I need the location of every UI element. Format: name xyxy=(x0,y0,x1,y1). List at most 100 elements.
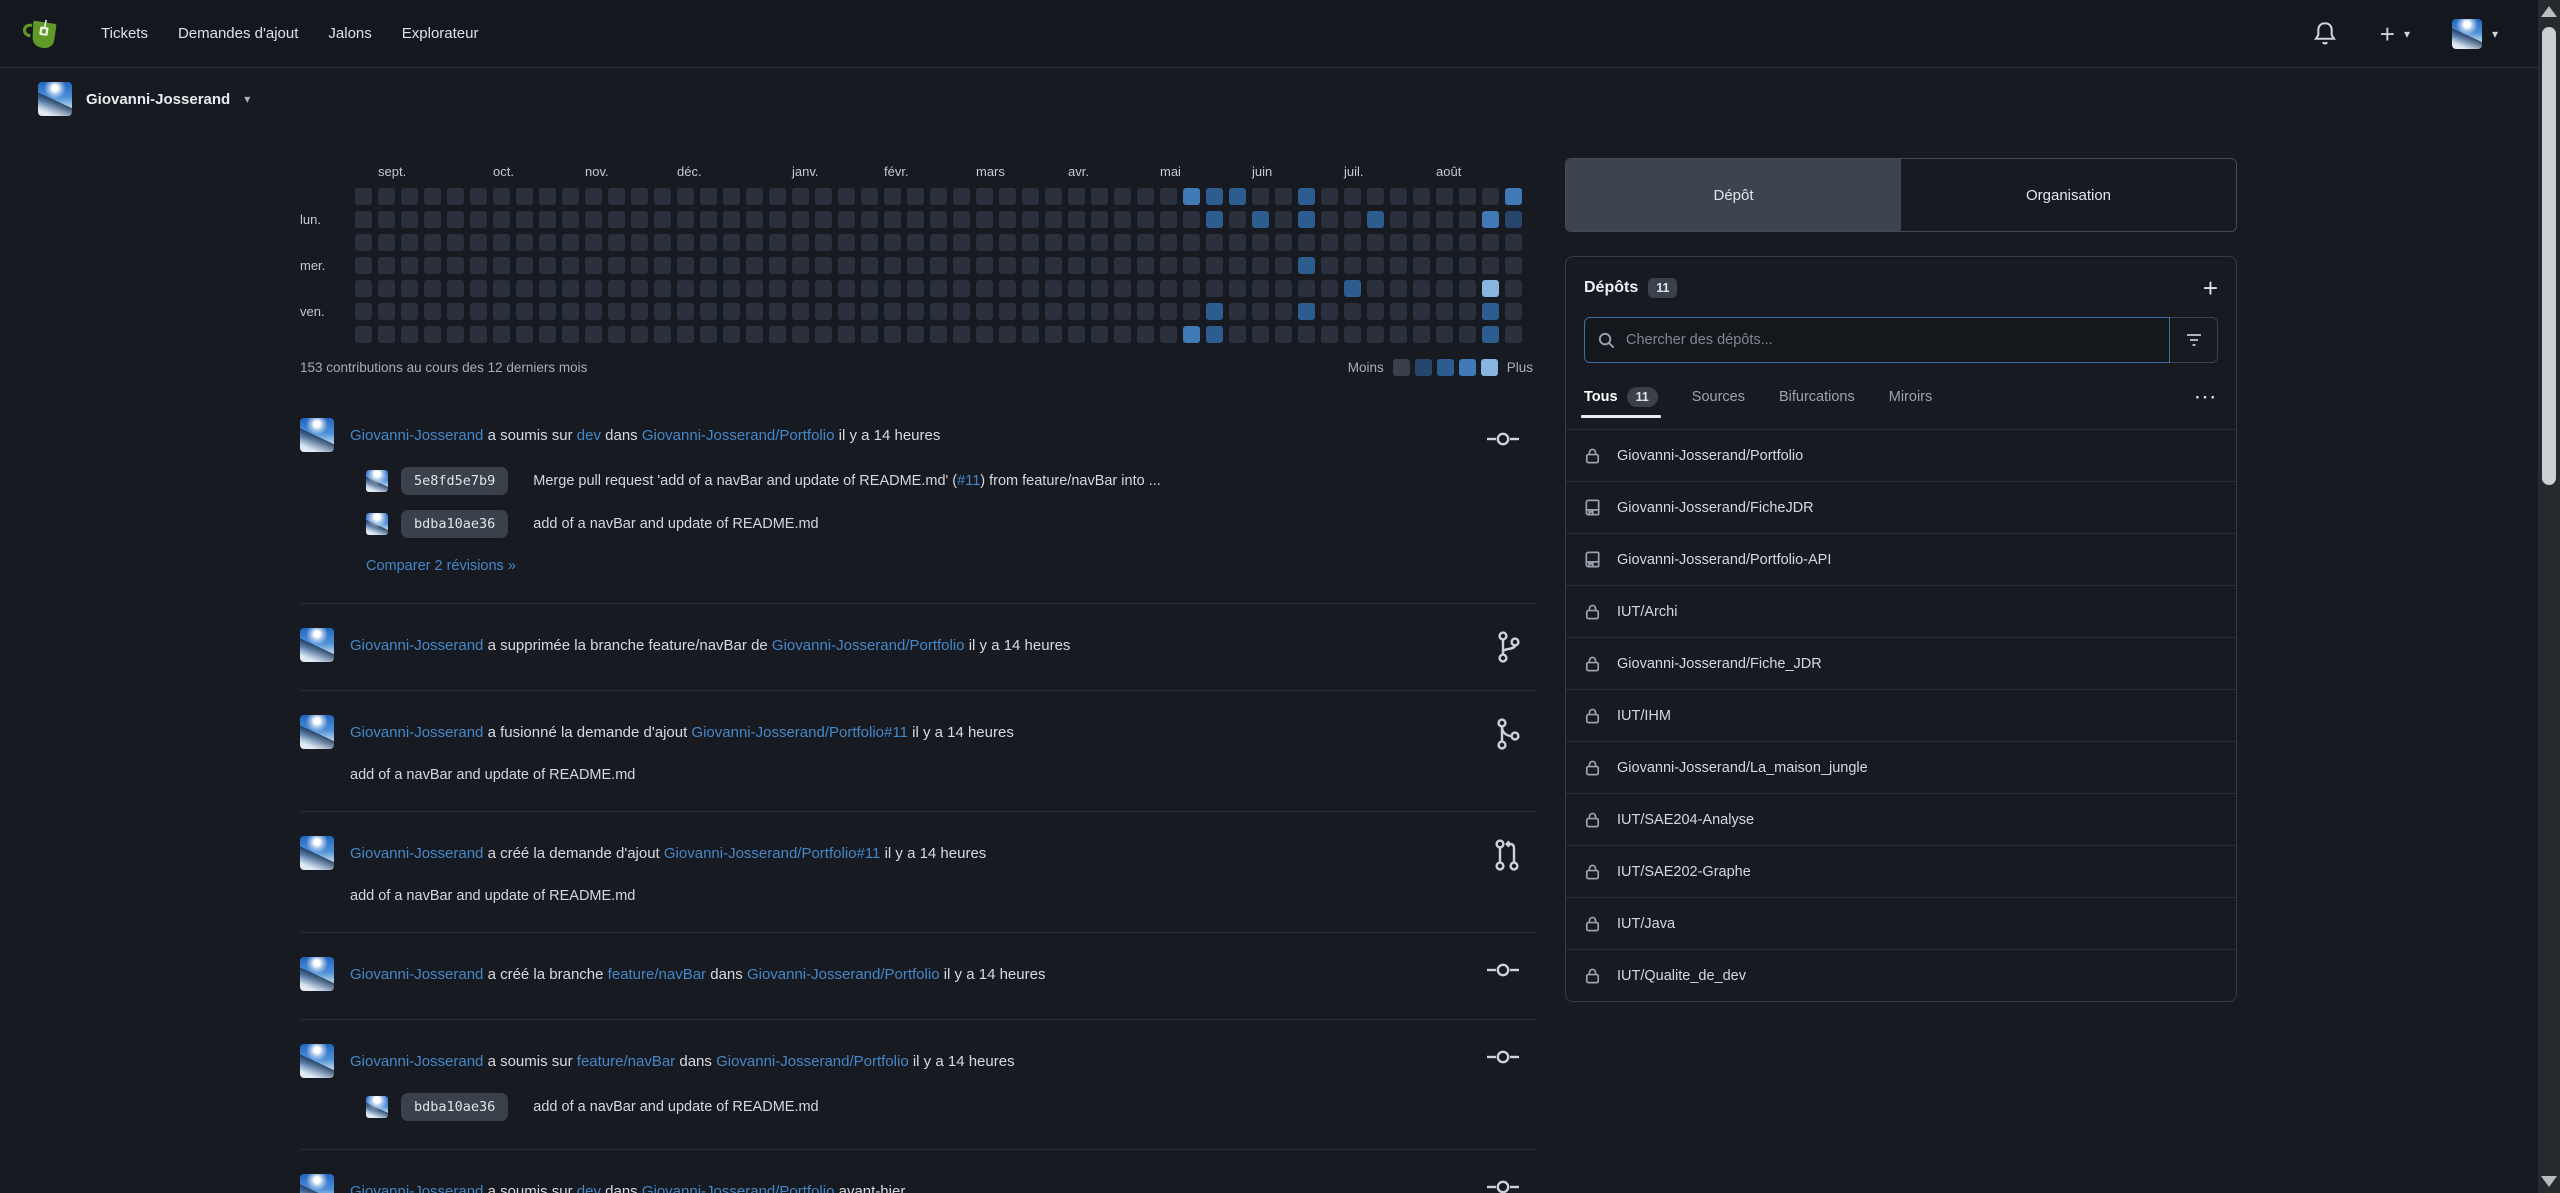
activity-link[interactable]: Giovanni-Josserand/Portfolio xyxy=(642,1183,835,1193)
nav-item-tickets[interactable]: Tickets xyxy=(86,15,163,52)
heatmap-cell xyxy=(355,303,372,320)
activity-link[interactable]: feature/navBar xyxy=(577,1053,675,1070)
heatmap-cell xyxy=(1229,280,1246,297)
user-menu[interactable]: ▾ xyxy=(2452,19,2498,49)
repo-item[interactable]: IUT/IHM xyxy=(1566,689,2236,741)
filter-tab-tous[interactable]: Tous11 xyxy=(1584,387,1658,409)
repo-filter-button[interactable] xyxy=(2170,317,2218,363)
activity-link[interactable]: Giovanni-Josserand xyxy=(350,966,483,983)
heatmap-cell xyxy=(930,257,947,274)
heatmap-cell xyxy=(884,257,901,274)
nav-item-demandes-d-ajout[interactable]: Demandes d'ajout xyxy=(163,15,313,52)
create-new-button[interactable]: + ▾ xyxy=(2380,21,2410,47)
add-repository-button[interactable]: + xyxy=(2203,275,2218,301)
heatmap-cell xyxy=(999,257,1016,274)
heatmap-cell xyxy=(677,326,694,343)
heatmap-cell xyxy=(700,257,717,274)
activity-link[interactable]: dev xyxy=(577,1183,601,1193)
heatmap-cell xyxy=(401,326,418,343)
repo-item[interactable]: IUT/SAE202-Graphe xyxy=(1566,845,2236,897)
commit-sha-link[interactable]: bdba10ae36 xyxy=(401,1093,508,1121)
commit-sha-link[interactable]: bdba10ae36 xyxy=(401,510,508,538)
activity-text: dans xyxy=(601,427,642,444)
activity-link[interactable]: feature/navBar xyxy=(608,966,706,983)
avatar[interactable] xyxy=(300,1174,334,1193)
activity-link[interactable]: Giovanni-Josserand xyxy=(350,845,483,862)
activity-link[interactable]: Giovanni-Josserand xyxy=(350,1053,483,1070)
activity-link[interactable]: Giovanni-Josserand xyxy=(350,427,483,444)
avatar[interactable] xyxy=(300,836,334,870)
scrollbar-thumb[interactable] xyxy=(2542,27,2556,485)
heatmap-cell xyxy=(355,326,372,343)
repo-item[interactable]: Giovanni-Josserand/Portfolio-API xyxy=(1566,533,2236,585)
activity-link[interactable]: Giovanni-Josserand/Portfolio#11 xyxy=(691,724,908,741)
repo-item[interactable]: Giovanni-Josserand/Fiche_JDR xyxy=(1566,637,2236,689)
scrollbar-down-arrow-icon[interactable] xyxy=(2541,1176,2557,1187)
heatmap-cell xyxy=(792,257,809,274)
chevron-down-icon[interactable]: ▾ xyxy=(244,92,250,106)
activity-link[interactable]: Giovanni-Josserand xyxy=(350,637,483,654)
kebab-horizontal-icon[interactable]: ··· xyxy=(2195,388,2218,408)
activity-link[interactable]: Giovanni-Josserand/Portfolio xyxy=(716,1053,909,1070)
heatmap-cell xyxy=(815,280,832,297)
activity-entry: Giovanni-Josserand a fusionné la demande… xyxy=(300,690,1537,811)
activity-link[interactable]: Giovanni-Josserand/Portfolio#11 xyxy=(664,845,881,862)
avatar[interactable] xyxy=(300,957,334,991)
heatmap-cell xyxy=(378,280,395,297)
activity-entry: Giovanni-Josserand a créé la branche fea… xyxy=(300,932,1537,1019)
heatmap-cell xyxy=(1390,257,1407,274)
lock-icon xyxy=(1583,706,1602,725)
activity-link[interactable]: Giovanni-Josserand/Portfolio xyxy=(772,637,965,654)
heatmap-cell xyxy=(815,326,832,343)
heatmap-cell xyxy=(1321,234,1338,251)
tab-depot[interactable]: Dépôt xyxy=(1566,159,1901,231)
repo-item[interactable]: Giovanni-Josserand/FicheJDR xyxy=(1566,481,2236,533)
heatmap-cell xyxy=(723,303,740,320)
activity-link[interactable]: Giovanni-Josserand/Portfolio xyxy=(642,427,835,444)
heatmap-cell xyxy=(1321,326,1338,343)
filter-tab-miroirs[interactable]: Miroirs xyxy=(1889,389,1933,407)
context-username[interactable]: Giovanni-Josserand xyxy=(86,91,230,108)
repo-item[interactable]: IUT/Archi xyxy=(1566,585,2236,637)
heatmap-cell xyxy=(1137,280,1154,297)
avatar[interactable] xyxy=(366,470,388,492)
filter-tab-bifurcations[interactable]: Bifurcations xyxy=(1779,389,1855,407)
avatar[interactable] xyxy=(300,1044,334,1078)
activity-link[interactable]: dev xyxy=(577,427,601,444)
repo-item[interactable]: Giovanni-Josserand/Portfolio xyxy=(1566,429,2236,481)
activity-headline: Giovanni-Josserand a soumis sur dev dans… xyxy=(350,1183,905,1193)
repo-item[interactable]: IUT/Java xyxy=(1566,897,2236,949)
repo-item[interactable]: IUT/SAE204-Analyse xyxy=(1566,793,2236,845)
nav-item-jalons[interactable]: Jalons xyxy=(313,15,386,52)
avatar[interactable] xyxy=(366,1096,388,1118)
repo-item[interactable]: IUT/Qualite_de_dev xyxy=(1566,949,2236,1001)
heatmap-cell xyxy=(700,211,717,228)
repo-item[interactable]: Giovanni-Josserand/La_maison_jungle xyxy=(1566,741,2236,793)
heatmap-cell xyxy=(1091,303,1108,320)
heatmap-cell xyxy=(976,280,993,297)
compare-revisions-link[interactable]: Comparer 2 révisions » xyxy=(366,558,516,574)
heatmap-cell xyxy=(1252,303,1269,320)
heatmap-cell xyxy=(1505,188,1522,205)
activity-text: il y a 14 heures xyxy=(834,427,940,444)
nav-item-explorateur[interactable]: Explorateur xyxy=(387,15,494,52)
heatmap-cell xyxy=(1137,326,1154,343)
notifications-bell-icon[interactable] xyxy=(2312,20,2338,48)
context-avatar[interactable] xyxy=(38,82,72,116)
avatar[interactable] xyxy=(300,628,334,662)
avatar[interactable] xyxy=(300,418,334,452)
issue-link[interactable]: #11 xyxy=(957,473,980,489)
repo-search-input[interactable] xyxy=(1626,332,2157,348)
tab-organisation[interactable]: Organisation xyxy=(1901,159,2236,231)
gitea-logo[interactable] xyxy=(20,12,64,56)
repo-name: IUT/SAE204-Analyse xyxy=(1617,812,1754,828)
activity-link[interactable]: Giovanni-Josserand xyxy=(350,724,483,741)
avatar[interactable] xyxy=(300,715,334,749)
heatmap-cell xyxy=(953,326,970,343)
activity-link[interactable]: Giovanni-Josserand xyxy=(350,1183,483,1193)
filter-tab-sources[interactable]: Sources xyxy=(1692,389,1745,407)
activity-link[interactable]: Giovanni-Josserand/Portfolio xyxy=(747,966,940,983)
scrollbar-up-arrow-icon[interactable] xyxy=(2541,6,2557,17)
commit-sha-link[interactable]: 5e8fd5e7b9 xyxy=(401,467,508,495)
avatar[interactable] xyxy=(366,513,388,535)
